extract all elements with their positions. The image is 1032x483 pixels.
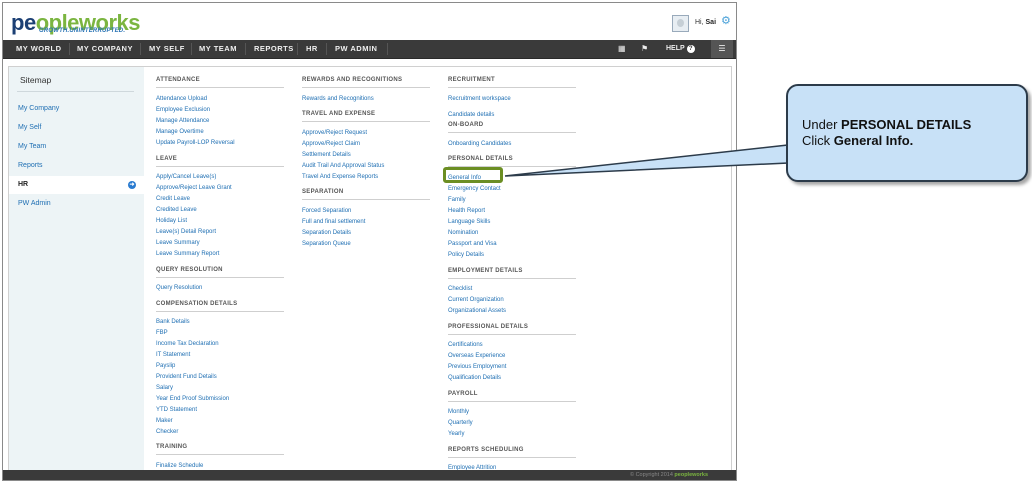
instruction-callout: Under PERSONAL DETAILS Click General Inf… [786, 84, 1028, 182]
callout-pointer [504, 144, 789, 177]
callout-line1-prefix: Under [802, 117, 842, 132]
callout-line2-bold: General Info [833, 133, 910, 148]
callout-line2-prefix: Click [802, 133, 834, 148]
callout-line2-suffix: . [909, 133, 914, 148]
callout-line1-bold: PERSONAL DETAILS [841, 117, 972, 132]
callout-text: Under PERSONAL DETAILS Click General Inf… [802, 117, 971, 149]
